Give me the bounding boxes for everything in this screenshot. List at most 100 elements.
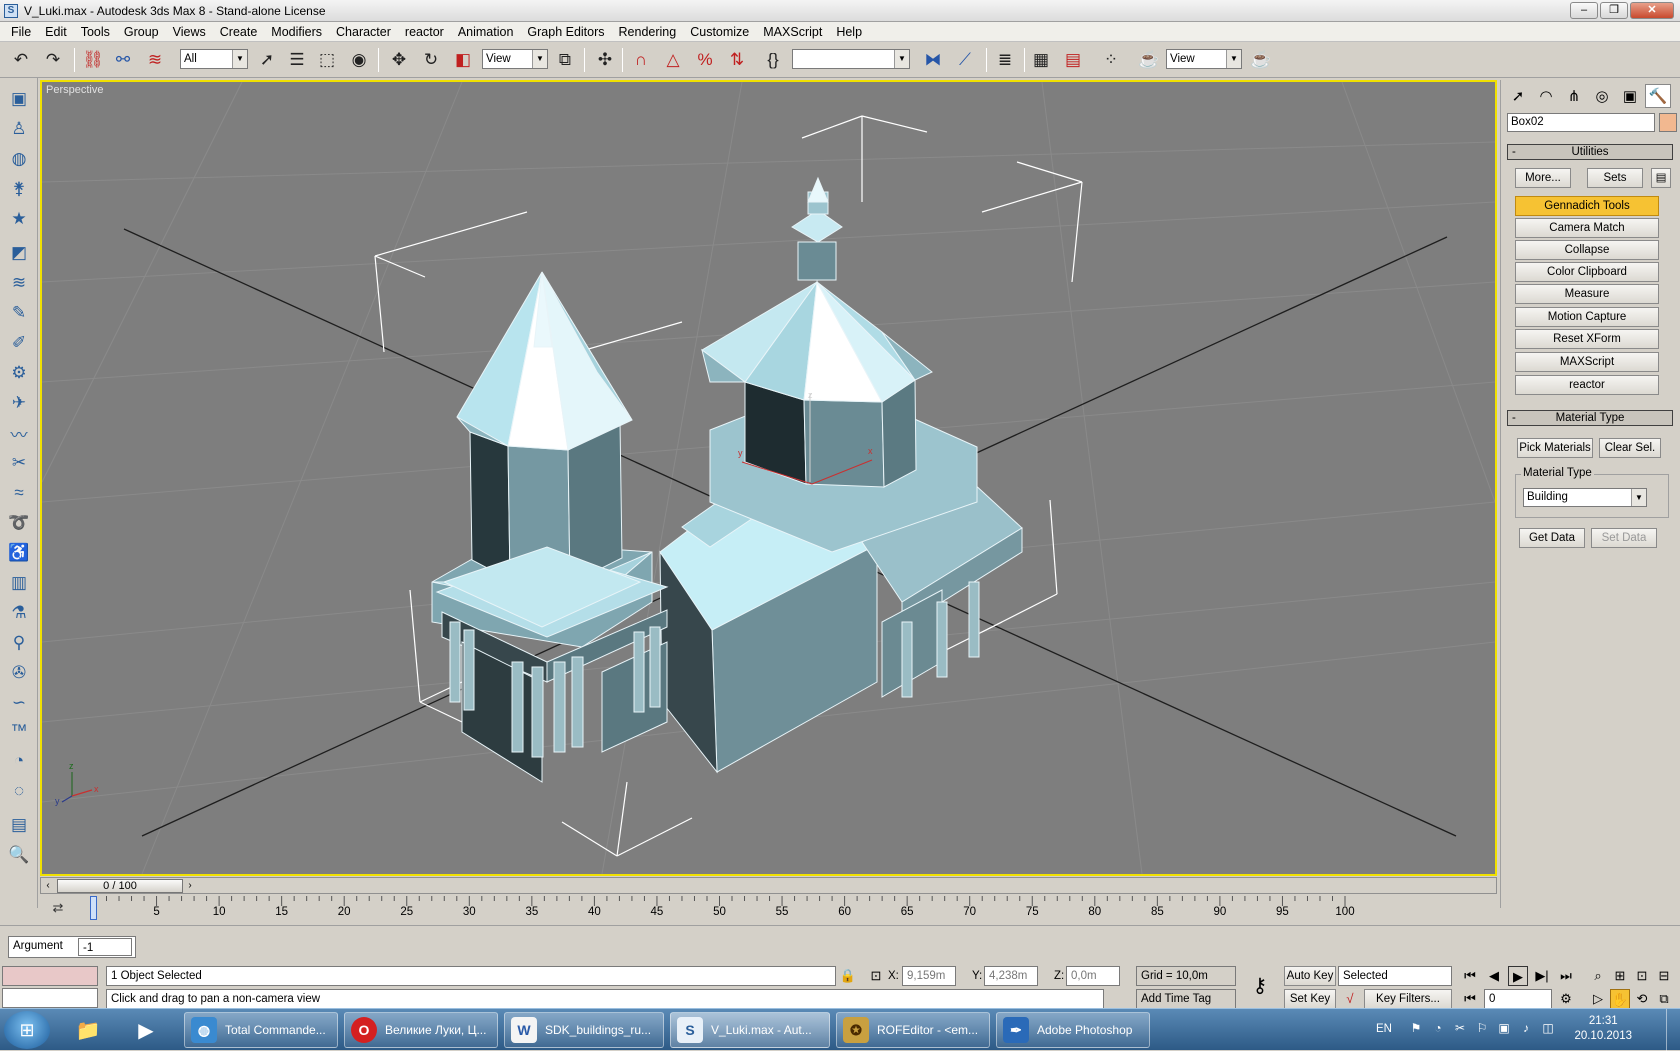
unlink-icon[interactable]: ⚯ <box>110 47 136 73</box>
current-frame-field[interactable]: 0 <box>1484 989 1552 1009</box>
close-button[interactable]: ✕ <box>1630 2 1674 19</box>
menu-animation[interactable]: Animation <box>451 22 521 42</box>
tube-icon[interactable]: ⚗ <box>6 600 32 626</box>
motion-capture-button[interactable]: Motion Capture <box>1515 307 1659 327</box>
render-scene-icon[interactable]: ☕ <box>1136 47 1162 73</box>
previous-frame-icon[interactable]: ◀ <box>1484 966 1504 986</box>
key-icon[interactable]: ⚷ <box>1248 976 1272 996</box>
select-object-icon[interactable]: ➚ <box>254 47 280 73</box>
task-3dsmax[interactable]: S V_Luki.max - Aut... <box>670 1012 830 1048</box>
menu-edit[interactable]: Edit <box>38 22 74 42</box>
menu-modifiers[interactable]: Modifiers <box>264 22 329 42</box>
display-tab-icon[interactable]: ▣ <box>1617 84 1643 108</box>
brush-icon[interactable]: ✐ <box>6 330 32 356</box>
start-button[interactable]: ⊞ <box>4 1011 50 1049</box>
x-coordinate-field[interactable]: 9,159m <box>902 966 956 986</box>
z-coordinate-field[interactable]: 0,0m <box>1066 966 1120 986</box>
menu-reactor[interactable]: reactor <box>398 22 451 42</box>
zoom-extents-all-icon[interactable]: ⊟ <box>1654 966 1674 986</box>
time-configuration-icon[interactable]: ⚙ <box>1556 989 1576 1009</box>
undo-icon[interactable]: ↶ <box>8 47 34 73</box>
create-shirt-icon[interactable]: ♙ <box>6 116 32 142</box>
pivot-point-icon[interactable]: ⧉ <box>552 47 578 73</box>
time-prev-icon[interactable]: ‹ <box>41 878 55 893</box>
select-and-link-icon[interactable]: ⛓ <box>80 47 106 73</box>
menu-views[interactable]: Views <box>166 22 213 42</box>
align-icon[interactable]: ⟋ <box>952 47 978 73</box>
tray-tool-icon[interactable]: ✂ <box>1452 1021 1468 1037</box>
task-rofeditor[interactable]: ✪ ROFEditor - <em... <box>836 1012 990 1048</box>
render-type-dropdown[interactable]: View <box>1166 49 1242 69</box>
tray-network-icon[interactable]: ⚑ <box>1408 1021 1424 1037</box>
gennadich-tools-button[interactable]: Gennadich Tools <box>1515 196 1659 216</box>
clear-selection-button[interactable]: Clear Sel. <box>1599 438 1661 458</box>
select-and-scale-icon[interactable]: ◧ <box>450 47 476 73</box>
zoom-all-icon[interactable]: ⊞ <box>1610 966 1630 986</box>
create-tab-icon[interactable]: ➚ <box>1505 84 1531 108</box>
menu-group[interactable]: Group <box>117 22 166 42</box>
material-type-rollout[interactable]: - Material Type <box>1507 410 1673 426</box>
lock-icon[interactable]: 🔒 <box>838 966 858 986</box>
percent-snap-icon[interactable]: % <box>692 47 718 73</box>
gear-icon[interactable]: ⚙ <box>6 360 32 386</box>
minimize-button[interactable]: – <box>1570 2 1598 19</box>
sets-button[interactable]: Sets <box>1587 168 1643 188</box>
loop-icon[interactable]: ➰ <box>6 510 32 536</box>
collapse-button[interactable]: Collapse <box>1515 240 1659 260</box>
pick-materials-button[interactable]: Pick Materials <box>1517 438 1593 458</box>
menu-character[interactable]: Character <box>329 22 398 42</box>
reactor-button[interactable]: reactor <box>1515 375 1659 395</box>
window-crossing-icon[interactable]: ◉ <box>346 47 372 73</box>
helper-icon[interactable]: ✈ <box>6 390 32 416</box>
task-photoshop[interactable]: ✒ Adobe Photoshop <box>996 1012 1150 1048</box>
named-selection-dropdown[interactable] <box>792 49 910 69</box>
disabled-world-icon[interactable]: ◌ <box>6 778 32 804</box>
menu-rendering[interactable]: Rendering <box>612 22 684 42</box>
maxscript-listener-mini[interactable] <box>2 966 98 986</box>
curve-editor-icon[interactable]: ▦ <box>1028 47 1054 73</box>
set-data-button[interactable]: Set Data <box>1591 528 1657 548</box>
script-icon[interactable]: ▤ <box>6 812 32 838</box>
biped-icon[interactable]: ♿ <box>6 540 32 566</box>
arc-rotate-icon[interactable]: ⟲ <box>1632 989 1652 1009</box>
pencil-icon[interactable]: ✎ <box>6 300 32 326</box>
next-frame-icon[interactable]: ▶| <box>1532 966 1552 986</box>
tm-icon[interactable]: ™ <box>6 718 32 744</box>
snap-toggle-icon[interactable]: ∩ <box>628 47 654 73</box>
maximize-viewport-icon[interactable]: ⧉ <box>1654 989 1674 1009</box>
selection-filter-dropdown[interactable]: All <box>180 49 248 69</box>
menu-customize[interactable]: Customize <box>683 22 756 42</box>
clock[interactable]: 21:31 20.10.2013 <box>1574 1014 1632 1044</box>
create-sphere-icon[interactable]: ◍ <box>6 146 32 172</box>
task-total-commander[interactable]: ◍ Total Commande... <box>184 1012 338 1048</box>
pan-view-icon[interactable]: ✋ <box>1610 989 1630 1009</box>
spinner-snap-icon[interactable]: ⇅ <box>724 47 750 73</box>
tray-display-icon[interactable]: ▣ <box>1496 1021 1512 1037</box>
get-data-button[interactable]: Get Data <box>1519 528 1585 548</box>
time-slider[interactable]: ‹ 0 / 100 › <box>40 877 1497 894</box>
dim-icon[interactable]: ⚲ <box>6 630 32 656</box>
hierarchy-tab-icon[interactable]: ⋔ <box>1561 84 1587 108</box>
mirror-icon[interactable]: ⧓ <box>920 47 946 73</box>
menu-file[interactable]: File <box>4 22 38 42</box>
camera-match-button[interactable]: Camera Match <box>1515 218 1659 238</box>
media-player-pin-icon[interactable]: ▶ <box>120 1012 172 1048</box>
motion-tab-icon[interactable]: ◎ <box>1589 84 1615 108</box>
schematic-view-icon[interactable]: ▤ <box>1060 47 1086 73</box>
menu-create[interactable]: Create <box>213 22 265 42</box>
go-to-start-icon[interactable]: ⏮ <box>1460 966 1480 986</box>
zoom-icon[interactable]: ⌕ <box>1588 966 1608 986</box>
modify-tab-icon[interactable]: ◠ <box>1533 84 1559 108</box>
zoom-icon[interactable]: 🔍 <box>6 842 32 868</box>
layers-icon[interactable]: ≋ <box>6 270 32 296</box>
wheel-icon[interactable]: ✇ <box>6 660 32 686</box>
tray-update-icon[interactable]: ◔ <box>1430 1021 1446 1037</box>
maxscript-input-mini[interactable] <box>2 988 98 1008</box>
wind-icon[interactable]: 〰 <box>6 420 32 446</box>
select-and-rotate-icon[interactable]: ↻ <box>418 47 444 73</box>
utilities-tab-icon[interactable]: 🔨 <box>1645 84 1671 108</box>
edit-named-selection-icon[interactable]: {} <box>760 47 786 73</box>
manipulate-icon[interactable]: ✣ <box>592 47 618 73</box>
maxscript-button[interactable]: MAXScript <box>1515 352 1659 372</box>
material-type-dropdown[interactable]: Building <box>1523 488 1647 507</box>
